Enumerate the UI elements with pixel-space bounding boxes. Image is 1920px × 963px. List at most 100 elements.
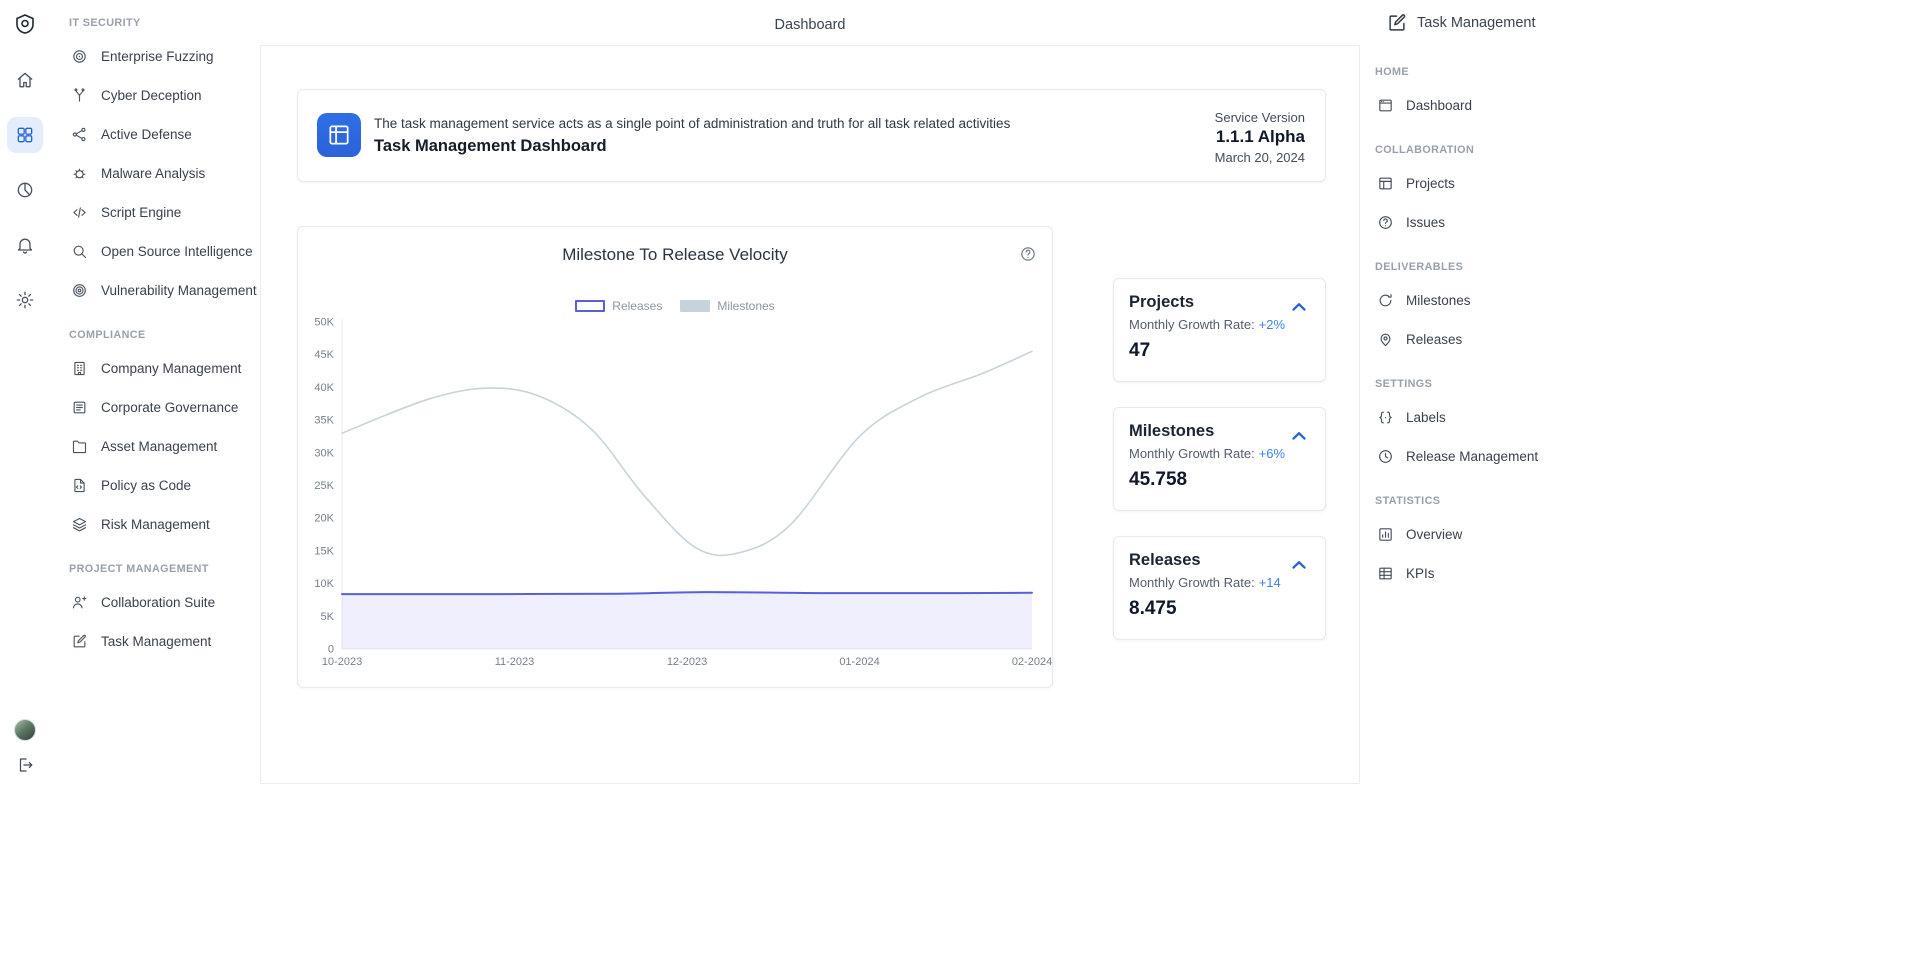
help-icon[interactable]: [1019, 245, 1037, 263]
sidebar-item-label: Malware Analysis: [101, 166, 205, 181]
sidebar-item-enterprise-fuzzing[interactable]: Enterprise Fuzzing: [50, 37, 260, 76]
legend-item-releases[interactable]: Releases: [575, 299, 662, 313]
legend-item-milestones[interactable]: Milestones: [680, 299, 774, 313]
velocity-chart-card: Milestone To Release Velocity ReleasesMi…: [297, 226, 1053, 688]
sidebar-item-asset-management[interactable]: Asset Management: [50, 427, 260, 466]
rail-button-gear[interactable]: [7, 282, 43, 318]
sidebar-item-collaboration-suite[interactable]: Collaboration Suite: [50, 583, 260, 622]
sidebar-item-label: Risk Management: [101, 517, 210, 532]
folder-icon: [71, 438, 88, 455]
sidebar-item-label: Vulnerability Management: [101, 283, 257, 298]
search-icon: [71, 243, 88, 260]
stat-card-releases: Releases Monthly Growth Rate: +14 8.475: [1113, 536, 1326, 640]
home-icon: [15, 70, 35, 90]
svg-text:50K: 50K: [314, 317, 334, 329]
svg-text:25K: 25K: [314, 480, 334, 492]
bell-icon: [15, 235, 35, 255]
sidebar-item-dashboard[interactable]: Dashboard: [1375, 86, 1920, 125]
grid-icon: [15, 125, 35, 145]
layers-icon: [71, 516, 88, 533]
svg-text:20K: 20K: [314, 513, 334, 525]
rail-button-home[interactable]: [7, 62, 43, 98]
chevron-up-icon[interactable]: [1286, 554, 1312, 576]
section-title: COLLABORATION: [1375, 144, 1920, 157]
gear-icon: [15, 290, 35, 310]
app-root: IT SECURITYEnterprise FuzzingCyber Decep…: [0, 0, 1920, 963]
sidebar-item-label: Labels: [1406, 410, 1446, 425]
sidebar-item-label: Corporate Governance: [101, 400, 238, 415]
sidebar-item-active-defense[interactable]: Active Defense: [50, 115, 260, 154]
sidebar-item-company-management[interactable]: Company Management: [50, 349, 260, 388]
stat-value: 45.758: [1129, 469, 1187, 491]
branch-icon: [71, 87, 88, 104]
rail-button-grid[interactable]: [7, 117, 43, 153]
welcome-title: Task Management Dashboard: [374, 137, 607, 156]
sidebar-item-label: Open Source Intelligence: [101, 244, 253, 259]
sidebar-item-overview[interactable]: Overview: [1375, 515, 1920, 554]
svg-text:0: 0: [328, 644, 334, 656]
service-version-block: Service Version 1.1.1 Alpha March 20, 20…: [1215, 110, 1305, 165]
sidebar-item-policy-as-code[interactable]: Policy as Code: [50, 466, 260, 505]
logout-icon[interactable]: [16, 756, 34, 774]
svg-text:30K: 30K: [314, 447, 334, 459]
chart-legend: Releases Milestones: [298, 299, 1052, 313]
sidebar-item-label: Task Management: [101, 634, 211, 649]
sidebar-item-milestones[interactable]: Milestones: [1375, 281, 1920, 320]
legend-swatch: [575, 300, 605, 312]
rail-button-pie-chart[interactable]: [7, 172, 43, 208]
sidebar-item-cyber-deception[interactable]: Cyber Deception: [50, 76, 260, 115]
svg-text:12-2023: 12-2023: [667, 656, 707, 668]
section-title: SETTINGS: [1375, 378, 1920, 391]
sidebar-item-corporate-governance[interactable]: Corporate Governance: [50, 388, 260, 427]
rail-button-bell[interactable]: [7, 227, 43, 263]
sidebar-item-label: Overview: [1406, 527, 1462, 542]
stat-card-title: Releases: [1129, 551, 1201, 570]
legend-swatch: [680, 300, 710, 312]
sidebar-item-label: Enterprise Fuzzing: [101, 49, 214, 64]
stat-card-title: Milestones: [1129, 422, 1214, 441]
sidebar-item-label: Releases: [1406, 332, 1462, 347]
page-title: Dashboard: [260, 17, 1360, 33]
chevron-up-icon[interactable]: [1286, 296, 1312, 318]
section-title: DELIVERABLES: [1375, 261, 1920, 274]
sidebar-item-label: Active Defense: [101, 127, 192, 142]
sidebar-item-malware-analysis[interactable]: Malware Analysis: [50, 154, 260, 193]
sidebar-item-kpis[interactable]: KPIs: [1375, 554, 1920, 593]
table-icon: [1377, 565, 1394, 582]
sidebar-item-release-management[interactable]: Release Management: [1375, 437, 1920, 476]
sidebar-item-label: Projects: [1406, 176, 1455, 191]
sidebar-item-open-source-intelligence[interactable]: Open Source Intelligence: [50, 232, 260, 271]
svg-text:11-2023: 11-2023: [495, 656, 535, 668]
growth-label: Monthly Growth Rate:: [1129, 317, 1255, 332]
sidebar-item-vulnerability-management[interactable]: Vulnerability Management: [50, 271, 260, 310]
growth-value: +14: [1259, 575, 1281, 590]
sidebar-item-labels[interactable]: Labels: [1375, 398, 1920, 437]
network-icon: [71, 126, 88, 143]
service-version-value: 1.1.1 Alpha: [1215, 127, 1305, 147]
section-title: COMPLIANCE: [69, 329, 260, 342]
sidebar-item-label: Cyber Deception: [101, 88, 202, 103]
avatar[interactable]: [14, 719, 36, 741]
stat-value: 8.475: [1129, 598, 1177, 620]
stat-growth: Monthly Growth Rate: +2%: [1129, 317, 1285, 332]
stat-card-title: Projects: [1129, 293, 1194, 312]
sidebar-item-task-management[interactable]: Task Management: [50, 622, 260, 661]
sidebar-item-releases[interactable]: Releases: [1375, 320, 1920, 359]
rail-items: [7, 62, 43, 318]
document-code-icon: [71, 477, 88, 494]
growth-value: +2%: [1259, 317, 1285, 332]
dashboard-tile-icon: [317, 113, 361, 157]
sidebar-item-issues[interactable]: Issues: [1375, 203, 1920, 242]
map-pin-icon: [1377, 331, 1394, 348]
edit-square-icon: [71, 633, 88, 650]
pie-chart-icon: [15, 180, 35, 200]
right-sidebar: HOMEDashboardCOLLABORATIONProjectsIssues…: [1375, 0, 1920, 593]
sidebar-item-risk-management[interactable]: Risk Management: [50, 505, 260, 544]
chevron-up-icon[interactable]: [1286, 425, 1312, 447]
sidebar-item-label: Company Management: [101, 361, 241, 376]
sidebar-item-label: Issues: [1406, 215, 1445, 230]
sidebar-item-script-engine[interactable]: Script Engine: [50, 193, 260, 232]
bug-icon: [71, 165, 88, 182]
growth-label: Monthly Growth Rate:: [1129, 575, 1255, 590]
sidebar-item-projects[interactable]: Projects: [1375, 164, 1920, 203]
